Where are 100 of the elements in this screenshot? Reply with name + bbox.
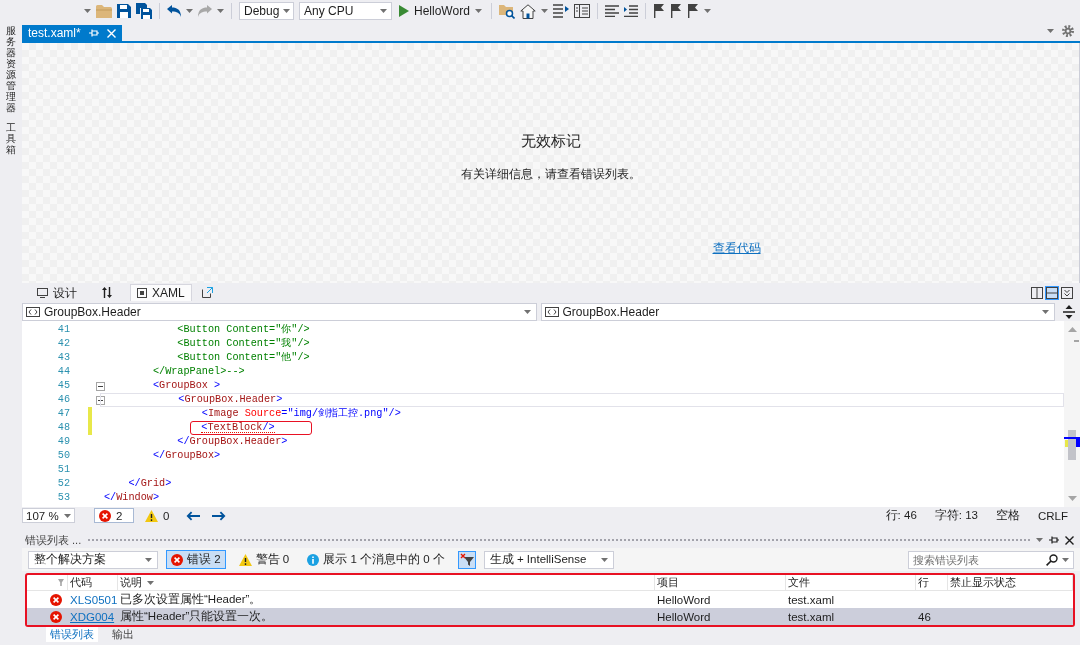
caret-icon[interactable]	[84, 9, 91, 13]
caret-icon	[600, 557, 608, 562]
line-number: 52	[56, 477, 70, 491]
caret-icon	[283, 9, 291, 13]
table-cell-text: 属性“Header”只能设置一次。	[119, 609, 275, 624]
caret-icon	[523, 309, 531, 314]
code-line: </WrapPanel>-->	[152, 367, 245, 377]
house-icon[interactable]	[519, 3, 536, 19]
caret-icon[interactable]	[1047, 29, 1054, 33]
column-header[interactable]: 说明	[118, 575, 655, 590]
code-line: </GroupBox.Header>	[177, 437, 288, 447]
panel-title: 错误列表 ...	[25, 532, 82, 548]
filter-button[interactable]: 错误 2	[166, 550, 226, 569]
line-ending-indicator: CRLF	[1037, 509, 1068, 522]
bookmark-flag-icon[interactable]	[669, 4, 682, 18]
line-number: 48	[56, 421, 70, 435]
error-icon	[171, 553, 183, 566]
column-header[interactable]: 代码	[68, 575, 118, 590]
line-number: 42	[56, 337, 70, 351]
bookmark-flag-icon[interactable]	[652, 4, 665, 18]
panel-tab[interactable]: 错误列表	[46, 627, 98, 642]
align-lines-icon[interactable]	[604, 5, 619, 17]
start-button[interactable]: HelloWord	[397, 2, 484, 20]
line-number: 47	[56, 407, 70, 421]
error-code-link[interactable]: XLS0501	[70, 593, 118, 606]
caret-icon	[1042, 309, 1049, 314]
horizontal-split-icon[interactable]	[1045, 285, 1059, 300]
navigation-combo[interactable]: GroupBox.Header	[540, 302, 1055, 321]
scroll-mark-icon	[1074, 340, 1079, 342]
columns-icon[interactable]	[573, 4, 590, 18]
platform-combo[interactable]: Any CPU	[299, 2, 392, 20]
scrollbar[interactable]	[1064, 321, 1080, 507]
collapse-icon[interactable]	[96, 381, 105, 391]
error-icon	[50, 593, 62, 606]
table-cell-text: test.xaml	[787, 610, 835, 623]
filter-icon[interactable]	[457, 550, 476, 569]
indent-icon[interactable]	[623, 5, 638, 17]
column-header[interactable]: 文件	[786, 575, 916, 590]
filter-button[interactable]: 警告 0	[233, 550, 295, 569]
column-header[interactable]: 项目	[655, 575, 786, 590]
collapse-pane-icon[interactable]	[1060, 285, 1074, 300]
view-tab[interactable]: XAML	[130, 284, 192, 301]
caret-icon	[145, 557, 152, 562]
column-indicator: 字符: 13	[934, 508, 978, 523]
forward-arrow-icon[interactable]	[212, 510, 227, 521]
undo-icon[interactable]	[167, 5, 181, 17]
code-line: </Grid>	[128, 479, 172, 489]
split-editor-icon[interactable]	[1063, 304, 1075, 319]
scope-combo[interactable]: 整个解决方案	[28, 550, 158, 569]
warning-count-button[interactable]: 0	[140, 508, 175, 523]
error-count-button[interactable]: 2	[94, 508, 134, 523]
collapse-icon[interactable]	[96, 395, 105, 405]
line-number: 46	[56, 393, 70, 407]
code-line: <TextBlock/>	[201, 423, 275, 433]
folder-search-icon[interactable]	[498, 3, 515, 19]
code-tag-icon	[544, 306, 559, 317]
sidebar-tab[interactable]: 服务器资源管理器	[6, 25, 16, 113]
line-number: 51	[56, 463, 70, 477]
column-header[interactable]: 禁止显示状态	[948, 575, 1073, 590]
view-tab[interactable]: 设计	[30, 284, 84, 301]
line-number: 50	[56, 449, 70, 463]
error-title: 无效标记	[520, 132, 581, 151]
info-icon	[307, 553, 320, 566]
back-arrow-icon[interactable]	[186, 510, 201, 521]
scroll-thumb[interactable]	[1068, 430, 1076, 461]
caret-icon	[217, 9, 224, 13]
bookmark-flag-icon[interactable]	[686, 4, 699, 18]
source-combo[interactable]: 生成 + IntelliSense	[483, 550, 614, 569]
caret-icon	[380, 9, 387, 13]
swap-icon[interactable]	[102, 287, 112, 298]
configuration-combo[interactable]: Debug	[239, 2, 294, 20]
design-icon	[37, 288, 48, 298]
code-tag-icon	[26, 306, 40, 317]
save-all-icon[interactable]	[136, 3, 152, 19]
code-line: </GroupBox>	[152, 451, 221, 461]
close-icon[interactable]	[1065, 535, 1074, 545]
list-icon[interactable]	[552, 4, 569, 18]
play-icon	[399, 5, 409, 17]
warning-icon	[145, 509, 158, 522]
pin-icon[interactable]	[1049, 535, 1059, 545]
save-icon[interactable]	[117, 4, 131, 18]
vertical-split-icon[interactable]	[1030, 285, 1044, 300]
caret-icon[interactable]	[703, 9, 711, 13]
settings-icon[interactable]	[1062, 25, 1074, 37]
caret-icon[interactable]	[1036, 538, 1043, 542]
navigation-combo[interactable]: GroupBox.Header	[22, 302, 537, 321]
line-number: 43	[56, 351, 70, 365]
popout-icon[interactable]	[201, 287, 213, 298]
view-code-link[interactable]: 查看代码	[712, 241, 761, 256]
table-row[interactable]: XDG004 属性“Header”只能设置一次。 HelloWord test.xaml 46	[27, 608, 1073, 625]
caret-icon	[64, 513, 71, 518]
column-header[interactable]: 行	[916, 575, 948, 590]
zoom-combo[interactable]: 107 %	[22, 508, 75, 523]
table-cell-text: 已多次设置属性“Header”。	[119, 592, 263, 607]
sidebar-tab[interactable]: 工具箱	[6, 122, 16, 155]
line-number: 45	[56, 379, 70, 393]
caret-icon[interactable]	[540, 9, 548, 13]
panel-tab[interactable]: 输出	[108, 627, 138, 642]
warning-icon	[238, 553, 252, 566]
filter-button[interactable]: 展示 1 个消息中的 0 个	[302, 550, 450, 569]
